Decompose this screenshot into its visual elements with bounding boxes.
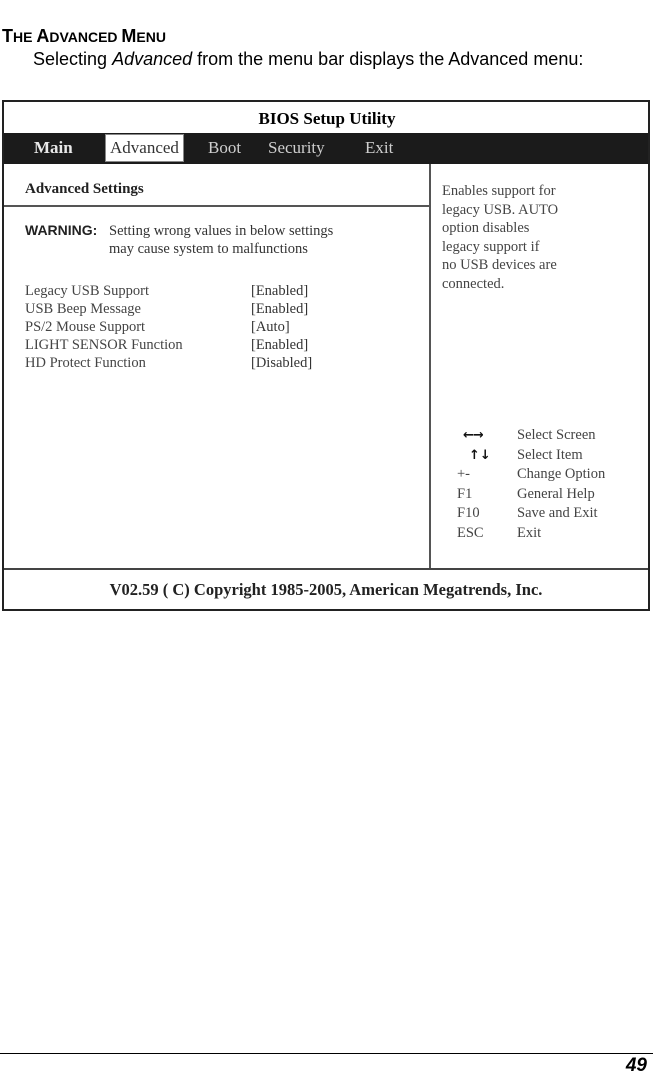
key-desc: Exit [517, 524, 542, 541]
key-desc: Select Item [517, 446, 583, 463]
setting-name: HD Protect Function [25, 355, 146, 371]
menu-tab-exit[interactable]: Exit [365, 133, 393, 164]
warning-line-2: may cause system to malfunctions [109, 241, 308, 257]
setting-name: LIGHT SENSOR Function [25, 337, 183, 353]
warning-label: WARNING: [25, 222, 98, 238]
settings-list: Legacy USB Support [Enabled] USB Beep Me… [25, 282, 425, 372]
left-right-arrows-icon: ←→ [463, 428, 484, 443]
key-desc: Save and Exit [517, 505, 598, 521]
key-row-select-screen: ←→ Select Screen [457, 426, 647, 446]
bios-footer-copyright: V02.59 ( C) Copyright 1985-2005, America… [109, 580, 543, 599]
setting-name: Legacy USB Support [25, 283, 150, 299]
key-desc: Change Option [517, 466, 606, 482]
setting-ps2-mouse-support[interactable]: PS/2 Mouse Support [Auto] [25, 318, 425, 336]
page-footer-rule [0, 1053, 653, 1054]
key-label: F10 [457, 505, 480, 521]
setting-name: USB Beep Message [25, 301, 141, 317]
key-desc: Select Screen [517, 427, 596, 443]
setting-name: PS/2 Mouse Support [25, 319, 146, 335]
section-title: THE ADVANCED MENU [2, 26, 166, 47]
key-label: +- [457, 466, 471, 482]
bios-screenshot: BIOS Setup Utility Main Advanced Boot Se… [2, 100, 650, 611]
help-pane: Enables support for legacy USB. AUTO opt… [431, 164, 648, 568]
title-rest-dvanced: DVANCED [49, 29, 122, 45]
setting-value[interactable]: [Enabled] [251, 282, 308, 300]
bios-title: BIOS Setup Utility [258, 109, 396, 128]
up-down-arrows-icon: ↑↓ [469, 447, 491, 463]
setting-light-sensor-function[interactable]: LIGHT SENSOR Function [Enabled] [25, 336, 425, 354]
key-row-select-item: ↑↓ Select Item [457, 446, 647, 466]
title-rest-he: HE [13, 29, 37, 45]
heading-divider [4, 205, 429, 207]
help-text: Enables support for legacy USB. AUTO opt… [442, 183, 559, 292]
page-number: 49 [625, 1055, 647, 1076]
key-desc: General Help [517, 485, 595, 502]
menu-tab-main[interactable]: Main [34, 133, 73, 164]
setting-legacy-usb-support[interactable]: Legacy USB Support [Enabled] [25, 282, 425, 300]
key-label: ESC [457, 524, 484, 541]
setting-hd-protect-function[interactable]: HD Protect Function [Disabled] [25, 354, 425, 372]
intro-emphasis: Advanced [112, 49, 193, 69]
intro-paragraph: Selecting Advanced from the menu bar dis… [33, 48, 650, 70]
intro-after: from the menu bar displays the Advanced … [192, 49, 584, 69]
key-row-change-option: +- Change Option [457, 465, 647, 485]
panel-heading: Advanced Settings [25, 181, 144, 197]
menu-tab-boot[interactable]: Boot [208, 133, 241, 164]
key-row-exit: ESC Exit [457, 524, 647, 544]
setting-value[interactable]: [Enabled] [251, 300, 308, 318]
bios-menu-bar: Main Advanced Boot Security Exit [4, 133, 648, 164]
key-legend: ←→ Select Screen ↑↓ Select Item +- Chang… [457, 426, 647, 543]
title-cap-m: M [121, 26, 137, 46]
menu-tab-advanced[interactable]: Advanced [105, 134, 184, 162]
key-row-save-and-exit: F10 Save and Exit [457, 504, 647, 524]
settings-pane: Advanced Settings WARNING: Setting wrong … [4, 164, 429, 568]
key-row-general-help: F1 General Help [457, 485, 647, 505]
setting-value[interactable]: [Disabled] [251, 354, 312, 372]
warning-message: WARNING: Setting wrong values in below se… [25, 221, 333, 258]
intro-before: Selecting [33, 49, 113, 69]
setting-value[interactable]: [Auto] [251, 318, 290, 336]
setting-value[interactable]: [Enabled] [251, 336, 308, 354]
warning-line-1: Setting wrong values in below settings [109, 223, 334, 239]
title-cap-t: T [2, 26, 13, 46]
title-rest-enu: ENU [136, 29, 166, 45]
setting-usb-beep-message[interactable]: USB Beep Message [Enabled] [25, 300, 425, 318]
title-cap-a: A [36, 26, 50, 46]
menu-tab-security[interactable]: Security [268, 133, 325, 164]
key-label: F1 [457, 485, 473, 502]
